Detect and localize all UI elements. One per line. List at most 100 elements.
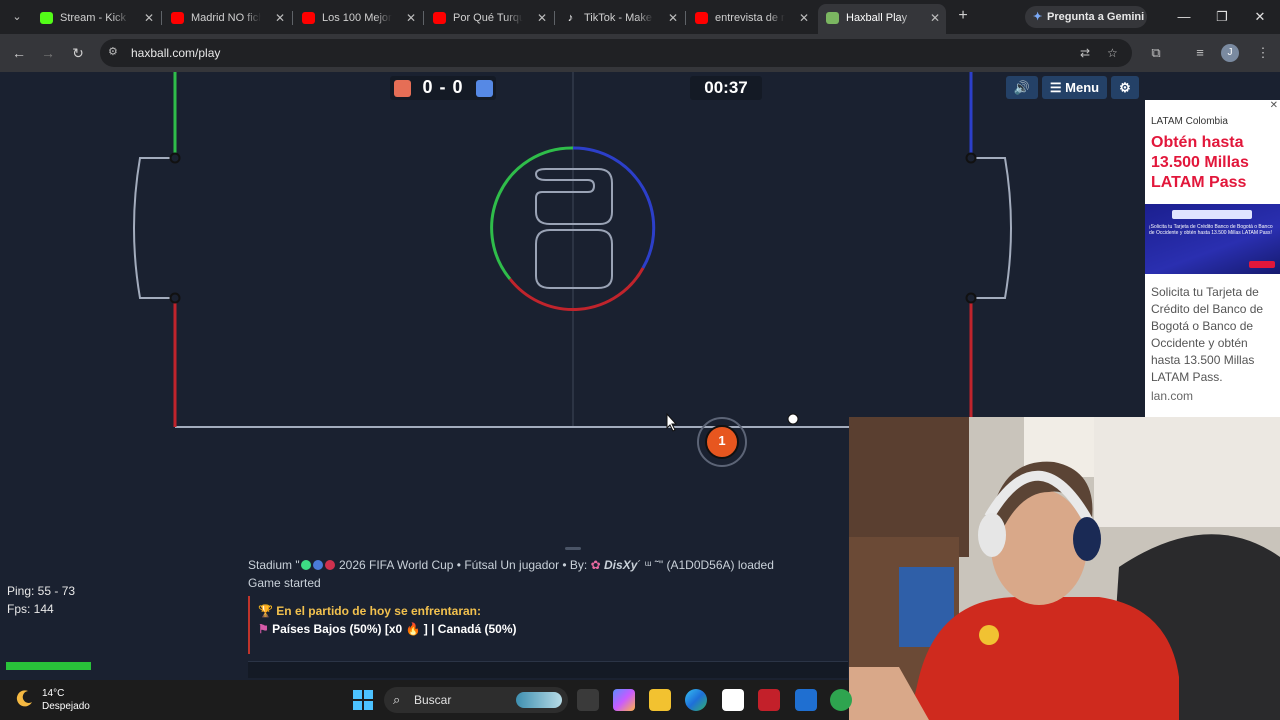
ad-domain[interactable]: lan.com [1151,389,1193,403]
reload-icon[interactable]: ↻ [68,43,88,63]
ad-body: Solicita tu Tarjeta de Crédito del Banco… [1151,285,1264,384]
weather-widget[interactable]: 14°C Despejado [42,687,90,713]
flag-icon: ⚑ [258,622,269,636]
minimize-icon[interactable]: — [1173,6,1195,28]
chat-message: Stadium " 2026 FIFA World Cup • Fútsal U… [248,556,848,574]
tab-close-icon[interactable]: ✕ [930,4,940,32]
youtube-icon [302,12,315,24]
tab-youtube-entrevista[interactable]: entrevista de mi ✕ [687,4,815,32]
site-info-icon[interactable]: ⚙ [108,45,118,58]
youtube-icon [171,12,184,24]
youtube-icon [695,12,708,24]
url-text[interactable]: haxball.com/play [131,46,220,60]
right-goal-net [972,157,1012,299]
forward-arrow-icon[interactable]: → [38,43,58,63]
windows-taskbar: 14°C Despejado ⌕ Buscar [0,680,852,720]
tab-title: Haxball Play [846,12,908,24]
scoreboard: 0 - 0 [390,76,496,100]
haxball-icon [826,12,839,24]
trophy-icon: 🏆 [258,604,273,618]
file-explorer-icon[interactable] [649,689,671,711]
extensions-puzzle-icon[interactable]: ⧉ [1146,43,1166,63]
microsoft-store-icon[interactable] [722,689,744,711]
tab-close-icon[interactable]: ✕ [799,4,809,32]
chat-message: Game started [248,576,321,590]
tab-close-icon[interactable]: ✕ [144,4,154,32]
chrome-icon[interactable] [830,689,852,711]
chat-resize-handle[interactable] [565,547,581,550]
tab-title: Stream - Kick Da [60,12,130,24]
browser-tab-strip: ⌄ Stream - Kick Da ✕ Madrid NO ficha ✕ L… [0,0,1280,34]
chat-input[interactable] [248,661,848,678]
tab-close-icon[interactable]: ✕ [668,4,678,32]
search-icon: ⌕ [393,692,401,707]
speaker-icon: 🔊 [1013,80,1031,95]
moon-icon[interactable] [15,688,35,708]
copilot-icon[interactable] [613,689,635,711]
tab-youtube-mejores[interactable]: Los 100 Mejores ✕ [294,4,422,32]
hamburger-icon: ☰ [1049,80,1062,95]
announcement-match: Países Bajos (50%) [x0 🔥 ] | Canadá (50%… [272,622,517,636]
tab-divider [423,11,424,25]
close-window-icon[interactable]: ✕ [1249,6,1271,28]
chat-text: Stadium " [248,558,300,572]
tab-title: TikTok - Make Y [584,12,654,24]
chat-text: 2026 FIFA World Cup • Fútsal Un jugador … [338,558,588,572]
red-team-square-icon [394,80,411,97]
restore-icon[interactable]: ❐ [1211,6,1233,28]
network-stats: Ping: 55 - 73 Fps: 144 [7,582,75,618]
red-circle-icon [324,560,335,570]
chat-author: DisXy [604,558,638,572]
gemini-button[interactable]: ✦ Pregunta a Gemini [1025,6,1147,28]
advertisement[interactable]: ✕ LATAM Colombia Obtén hasta 13.500 Mill… [1145,100,1280,418]
announcement-match-row: ⚑ Países Bajos (50%) [x0 🔥 ] | Canadá (5… [258,622,608,640]
gemini-label: Pregunta a Gemini [1047,11,1145,23]
back-arrow-icon[interactable]: ← [9,43,29,63]
tab-kick[interactable]: Stream - Kick Da ✕ [32,4,160,32]
ball [787,413,799,425]
gear-icon: ⚙ [1119,80,1131,95]
more-options-icon[interactable]: ⋮ [1253,43,1273,63]
goal-post [169,292,181,304]
sound-button[interactable]: 🔊 [1006,76,1038,99]
chat-log: Stadium " 2026 FIFA World Cup • Fútsal U… [248,556,848,592]
task-view-icon[interactable] [577,689,599,711]
mcafee-icon[interactable] [758,689,780,711]
ad-brand: LATAM Colombia [1151,116,1228,127]
blue-circle-icon [312,560,323,570]
tab-youtube-turquia[interactable]: Por Qué Turquía ✕ [425,4,553,32]
tab-title: Madrid NO ficha [191,12,261,24]
tab-tiktok[interactable]: ♪ TikTok - Make Y ✕ [556,4,684,32]
address-toolbar: ← → ↻ ⚙ haxball.com/play ⇄ ☆ ⧉ ≡ J ⋮ [0,34,1280,72]
match-timer: 00:37 [690,76,762,100]
blue-team-square-icon [476,80,493,97]
weather-temperature: 14°C [42,688,65,699]
chat-text: ´ ᵚ ˜" (A1D0D56A) loaded [637,558,774,572]
edge-browser-icon[interactable] [685,689,707,711]
menu-button[interactable]: ☰ Menu [1042,76,1107,99]
profile-avatar[interactable]: J [1221,44,1239,62]
address-bar[interactable]: ⚙ haxball.com/play ⇄ ☆ [100,39,1132,67]
media-control-icon[interactable]: ≡ [1190,43,1210,63]
tab-haxball[interactable]: Haxball Play ✕ [818,4,946,34]
goal-post [169,152,181,164]
new-tab-plus-icon[interactable]: + [953,7,973,25]
mail-icon[interactable] [795,689,817,711]
ad-banner-image[interactable]: ¡Solicita tu Tarjeta de Crédito Banco de… [1145,204,1280,274]
windows-start-icon[interactable] [352,689,374,711]
taskbar-search[interactable]: ⌕ Buscar [384,687,568,713]
settings-button[interactable]: ⚙ [1111,76,1139,99]
tab-youtube-madrid[interactable]: Madrid NO ficha ✕ [163,4,291,32]
ad-banner-text: ¡Solicita tu Tarjeta de Crédito Banco de… [1149,224,1273,236]
ad-close-icon[interactable]: ✕ [1270,100,1278,111]
tab-close-icon[interactable]: ✕ [275,4,285,32]
announcement-title: En el partido de hoy se enfrentaran: [276,604,482,618]
translate-icon[interactable]: ⇄ [1080,46,1090,60]
bookmark-star-icon[interactable]: ☆ [1107,46,1118,60]
tab-close-icon[interactable]: ✕ [406,4,416,32]
fps-text: Fps: 144 [7,602,54,616]
webcam-overlay [849,417,1280,720]
ad-headline[interactable]: Obtén hasta 13.500 Millas LATAM Pass [1151,133,1279,193]
tab-close-icon[interactable]: ✕ [537,4,547,32]
tab-search-chevron-icon[interactable]: ⌄ [6,6,28,28]
